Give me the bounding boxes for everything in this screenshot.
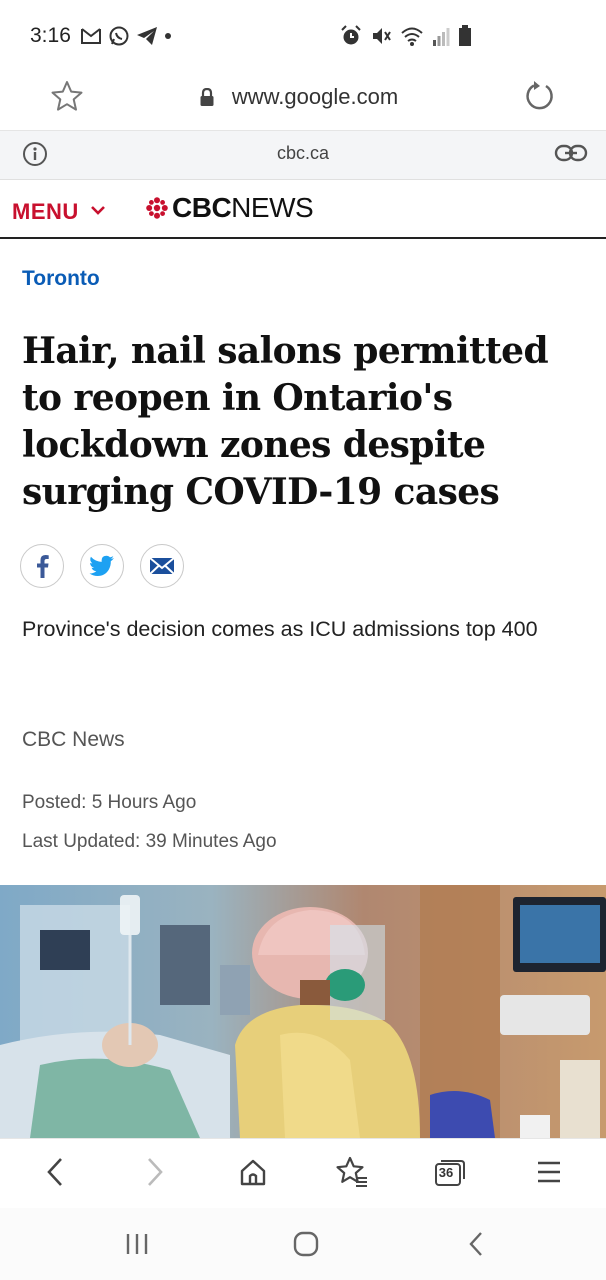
facebook-icon (37, 555, 49, 578)
site-domain: cbc.ca (276, 143, 330, 163)
gmail-icon (81, 28, 101, 44)
cbc-gem-icon (146, 197, 168, 219)
bookmarks-button[interactable] (332, 1152, 372, 1192)
article-photo (0, 885, 606, 1138)
whatsapp-icon (109, 26, 129, 46)
email-icon (149, 557, 175, 575)
brand-cbc: CBC (172, 192, 232, 223)
home-button[interactable] (233, 1152, 273, 1192)
section-link[interactable]: Toronto (22, 267, 100, 291)
twitter-icon (89, 555, 114, 576)
mute-icon (373, 28, 391, 44)
forward-icon (148, 1158, 163, 1186)
share-buttons (20, 544, 184, 588)
wifi-icon (401, 27, 423, 46)
tabs-button[interactable]: 36 (430, 1152, 470, 1192)
status-system-icons (340, 24, 472, 48)
article-deck: Province's decision comes as ICU admissi… (22, 617, 538, 641)
back-icon (47, 1158, 62, 1186)
chevron-down-icon[interactable] (90, 199, 106, 226)
tab-count: 36 (438, 1165, 454, 1180)
bookmarks-icon (336, 1156, 367, 1187)
brand-news: NEWS (231, 192, 314, 223)
reload-button[interactable] (522, 80, 556, 119)
copy-link-button[interactable] (554, 142, 588, 169)
share-twitter-button[interactable] (80, 544, 124, 588)
system-back-button[interactable] (454, 1224, 498, 1264)
recents-icon (126, 1234, 148, 1254)
status-notification-icons (80, 24, 172, 48)
browser-toolbar (0, 1138, 606, 1209)
address-field[interactable]: www.google.com (0, 84, 606, 110)
share-facebook-button[interactable] (20, 544, 64, 588)
cbc-news-logo[interactable]: CBC NEWS (146, 192, 314, 224)
system-home-button[interactable] (284, 1224, 328, 1264)
telegram-icon (137, 27, 157, 45)
back-button[interactable] (35, 1152, 75, 1192)
reload-icon (526, 81, 553, 110)
article-headline: Hair, nail salons permitted to reopen in… (22, 330, 549, 513)
share-email-button[interactable] (140, 544, 184, 588)
back-chevron-icon (469, 1232, 482, 1256)
hamburger-menu-icon (538, 1161, 560, 1183)
link-icon (554, 144, 588, 162)
home-circle-icon (293, 1231, 319, 1257)
recents-button[interactable] (115, 1224, 159, 1264)
alarm-icon (341, 25, 361, 45)
posted-time: Posted: 5 Hours Ago (22, 792, 197, 813)
url-text: www.google.com (231, 84, 399, 109)
signal-icon (433, 28, 450, 46)
article-byline: CBC News (22, 728, 125, 751)
battery-icon (459, 25, 471, 46)
forward-button[interactable] (135, 1152, 175, 1192)
updated-time: Last Updated: 39 Minutes Ago (22, 831, 277, 852)
lock-icon (199, 87, 215, 111)
home-icon (240, 1159, 266, 1186)
menu-button[interactable]: MENU (12, 199, 79, 225)
menu-overflow-button[interactable] (529, 1152, 569, 1192)
status-time: 3:16 (30, 24, 71, 47)
dot-icon (165, 33, 171, 39)
